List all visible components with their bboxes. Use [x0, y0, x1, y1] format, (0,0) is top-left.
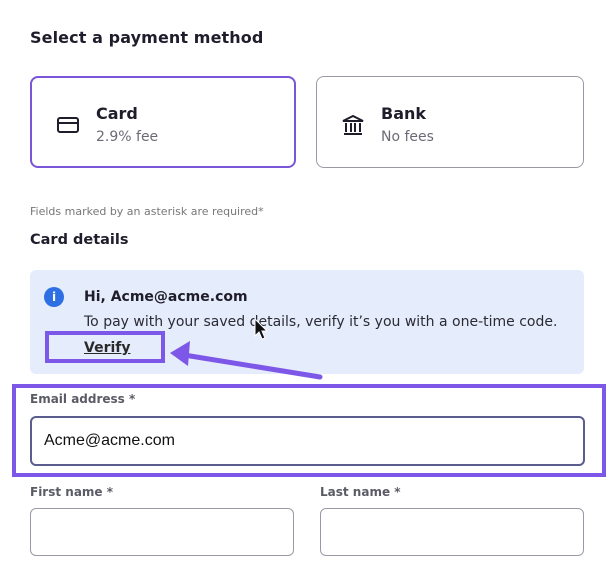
section-title: Card details	[30, 232, 129, 248]
email-field[interactable]	[30, 416, 585, 466]
first-name-label: First name *	[30, 485, 114, 499]
verify-highlight-box	[45, 331, 165, 363]
payment-option-card[interactable]: Card 2.9% fee	[30, 76, 296, 168]
first-name-field[interactable]	[30, 508, 294, 556]
info-banner-message: To pay with your saved details, verify i…	[84, 314, 558, 330]
payment-option-bank[interactable]: Bank No fees	[316, 76, 584, 168]
payment-option-fee: 2.9% fee	[96, 129, 159, 145]
info-icon: i	[44, 287, 64, 307]
last-name-field[interactable]	[320, 508, 584, 556]
last-name-label: Last name *	[320, 485, 401, 499]
required-fields-note: Fields marked by an asterisk are require…	[30, 205, 264, 218]
card-icon	[57, 117, 79, 133]
bank-icon	[342, 114, 364, 135]
info-banner-title: Hi, Acme@acme.com	[84, 289, 248, 305]
payment-option-fee: No fees	[381, 129, 434, 145]
payment-option-title: Card	[96, 104, 138, 123]
email-label: Email address *	[30, 392, 136, 406]
annotation-arrow-icon	[170, 341, 323, 380]
mouse-cursor-icon	[254, 318, 269, 340]
payment-option-title: Bank	[381, 104, 427, 123]
page-title: Select a payment method	[30, 28, 264, 47]
